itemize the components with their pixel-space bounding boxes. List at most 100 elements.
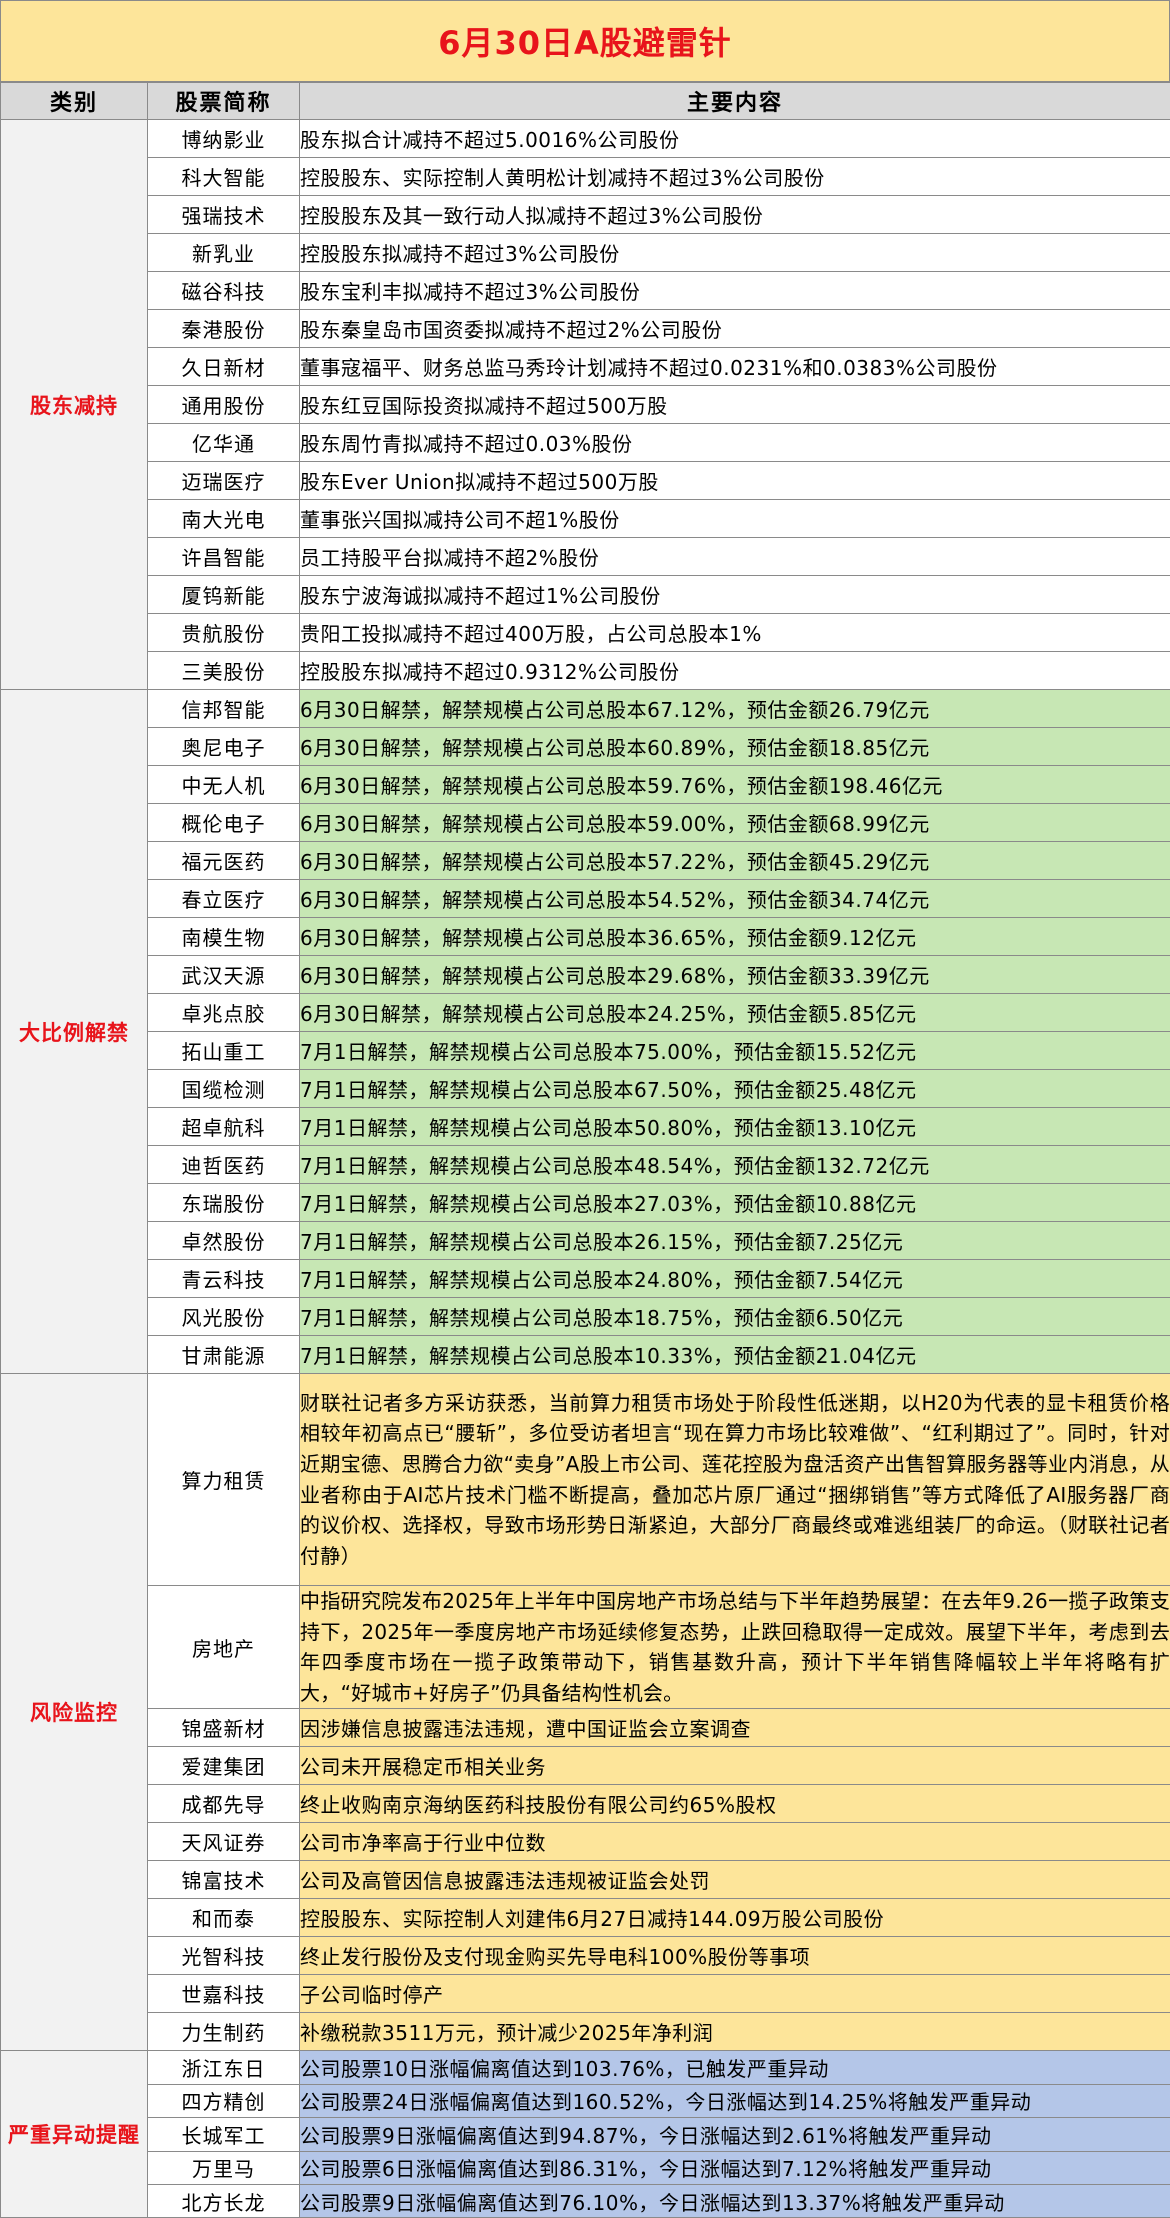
category-cell-unlock: 大比例解禁 <box>1 690 148 1374</box>
table-row: 强瑞技术控股股东及其一致行动人拟减持不超过3%公司股份 <box>1 196 1170 234</box>
content-cell: 控股股东及其一致行动人拟减持不超过3%公司股份 <box>300 196 1170 234</box>
stock-name-cell: 南大光电 <box>148 500 300 538</box>
stock-name-cell: 卓然股份 <box>148 1222 300 1260</box>
table-row: 奥尼电子6月30日解禁，解禁规模占公司总股本60.89%，预估金额18.85亿元 <box>1 728 1170 766</box>
table-row: 迪哲医药7月1日解禁，解禁规模占公司总股本48.54%，预估金额132.72亿元 <box>1 1146 1170 1184</box>
category-cell-holdings: 股东减持 <box>1 120 148 690</box>
table-row: 甘肃能源7月1日解禁，解禁规模占公司总股本10.33%，预估金额21.04亿元 <box>1 1336 1170 1374</box>
stock-name-cell: 春立医疗 <box>148 880 300 918</box>
content-cell: 6月30日解禁，解禁规模占公司总股本59.00%，预估金额68.99亿元 <box>300 804 1170 842</box>
header-row: 类别 股票简称 主要内容 <box>1 83 1170 120</box>
table-row: 通用股份股东红豆国际投资拟减持不超过500万股 <box>1 386 1170 424</box>
stock-name-cell: 甘肃能源 <box>148 1336 300 1374</box>
category-cell-risk: 风险监控 <box>1 1374 148 2051</box>
content-cell: 7月1日解禁，解禁规模占公司总股本24.80%，预估金额7.54亿元 <box>300 1260 1170 1298</box>
table-row: 贵航股份贵阳工投拟减持不超过400万股，占公司总股本1% <box>1 614 1170 652</box>
content-cell: 6月30日解禁，解禁规模占公司总股本36.65%，预估金额9.12亿元 <box>300 918 1170 956</box>
table-row: 久日新材董事寇福平、财务总监马秀玲计划减持不超过0.0231%和0.0383%公… <box>1 348 1170 386</box>
table-row: 四方精创公司股票24日涨幅偏离值达到160.52%，今日涨幅达到14.25%将触… <box>1 2084 1170 2117</box>
table-row: 万里马公司股票6日涨幅偏离值达到86.31%，今日涨幅达到7.12%将触发严重异… <box>1 2151 1170 2184</box>
spreadsheet-sheet: 6月30日A股避雷针 类别 股票简称 主要内容 股东减持博纳影业股东拟合计减持不… <box>0 0 1170 2096</box>
content-cell: 公司股票6日涨幅偏离值达到86.31%，今日涨幅达到7.12%将触发严重异动 <box>300 2151 1170 2184</box>
stock-name-cell: 贵航股份 <box>148 614 300 652</box>
content-cell: 7月1日解禁，解禁规模占公司总股本48.54%，预估金额132.72亿元 <box>300 1146 1170 1184</box>
table-row: 新乳业控股股东拟减持不超过3%公司股份 <box>1 234 1170 272</box>
stock-name-cell: 武汉天源 <box>148 956 300 994</box>
stock-name-cell: 迈瑞医疗 <box>148 462 300 500</box>
stock-name-cell: 博纳影业 <box>148 120 300 158</box>
content-cell: 公司股票9日涨幅偏离值达到94.87%，今日涨幅达到2.61%将触发严重异动 <box>300 2118 1170 2151</box>
content-cell: 股东周竹青拟减持不超过0.03%股份 <box>300 424 1170 462</box>
content-cell: 公司及高管因信息披露违法违规被证监会处罚 <box>300 1861 1170 1899</box>
content-cell: 公司股票10日涨幅偏离值达到103.76%，已触发严重异动 <box>300 2051 1170 2084</box>
stock-name-cell: 万里马 <box>148 2151 300 2184</box>
stock-name-cell: 算力租赁 <box>148 1374 300 1586</box>
stock-name-cell: 三美股份 <box>148 652 300 690</box>
stock-name-cell: 四方精创 <box>148 2084 300 2117</box>
table-row: 拓山重工7月1日解禁，解禁规模占公司总股本75.00%，预估金额15.52亿元 <box>1 1032 1170 1070</box>
stock-name-cell: 科大智能 <box>148 158 300 196</box>
content-cell: 贵阳工投拟减持不超过400万股，占公司总股本1% <box>300 614 1170 652</box>
table-row: 概伦电子6月30日解禁，解禁规模占公司总股本59.00%，预估金额68.99亿元 <box>1 804 1170 842</box>
table-row: 福元医药6月30日解禁，解禁规模占公司总股本57.22%，预估金额45.29亿元 <box>1 842 1170 880</box>
table-row: 成都先导终止收购南京海纳医药科技股份有限公司约65%股权 <box>1 1785 1170 1823</box>
header-category: 类别 <box>1 83 148 120</box>
content-cell: 控股股东、实际控制人黄明松计划减持不超过3%公司股份 <box>300 158 1170 196</box>
content-cell: 6月30日解禁，解禁规模占公司总股本57.22%，预估金额45.29亿元 <box>300 842 1170 880</box>
stock-name-cell: 锦盛新材 <box>148 1709 300 1747</box>
stock-name-cell: 奥尼电子 <box>148 728 300 766</box>
table-row: 南模生物6月30日解禁，解禁规模占公司总股本36.65%，预估金额9.12亿元 <box>1 918 1170 956</box>
content-cell: 股东宝利丰拟减持不超过3%公司股份 <box>300 272 1170 310</box>
stock-name-cell: 浙江东日 <box>148 2051 300 2084</box>
content-cell: 控股股东拟减持不超过3%公司股份 <box>300 234 1170 272</box>
content-cell: 员工持股平台拟减持不超2%股份 <box>300 538 1170 576</box>
table-row: 光智科技终止发行股份及支付现金购买先导电科100%股份等事项 <box>1 1937 1170 1975</box>
content-cell: 股东拟合计减持不超过5.0016%公司股份 <box>300 120 1170 158</box>
table-row: 长城军工公司股票9日涨幅偏离值达到94.87%，今日涨幅达到2.61%将触发严重… <box>1 2118 1170 2151</box>
category-cell-alert: 严重异动提醒 <box>1 2051 148 2218</box>
table-row: 大比例解禁信邦智能6月30日解禁，解禁规模占公司总股本67.12%，预估金额26… <box>1 690 1170 728</box>
content-cell: 公司未开展稳定币相关业务 <box>300 1747 1170 1785</box>
table-row: 超卓航科7月1日解禁，解禁规模占公司总股本50.80%，预估金额13.10亿元 <box>1 1108 1170 1146</box>
stock-name-cell: 风光股份 <box>148 1298 300 1336</box>
table-row: 春立医疗6月30日解禁，解禁规模占公司总股本54.52%，预估金额34.74亿元 <box>1 880 1170 918</box>
table-row: 严重异动提醒浙江东日公司股票10日涨幅偏离值达到103.76%，已触发严重异动 <box>1 2051 1170 2084</box>
content-cell: 股东Ever Union拟减持不超过500万股 <box>300 462 1170 500</box>
stock-name-cell: 新乳业 <box>148 234 300 272</box>
stock-name-cell: 通用股份 <box>148 386 300 424</box>
content-cell: 6月30日解禁，解禁规模占公司总股本54.52%，预估金额34.74亿元 <box>300 880 1170 918</box>
content-cell: 7月1日解禁，解禁规模占公司总股本27.03%，预估金额10.88亿元 <box>300 1184 1170 1222</box>
content-cell: 7月1日解禁，解禁规模占公司总股本75.00%，预估金额15.52亿元 <box>300 1032 1170 1070</box>
table-row: 和而泰控股股东、实际控制人刘建伟6月27日减持144.09万股公司股份 <box>1 1899 1170 1937</box>
content-cell: 6月30日解禁，解禁规模占公司总股本59.76%，预估金额198.46亿元 <box>300 766 1170 804</box>
main-table: 类别 股票简称 主要内容 股东减持博纳影业股东拟合计减持不超过5.0016%公司… <box>0 82 1170 2218</box>
table-row: 爱建集团公司未开展稳定币相关业务 <box>1 1747 1170 1785</box>
content-cell: 股东秦皇岛市国资委拟减持不超过2%公司股份 <box>300 310 1170 348</box>
page-title: 6月30日A股避雷针 <box>0 0 1170 82</box>
stock-name-cell: 迪哲医药 <box>148 1146 300 1184</box>
content-cell: 公司市净率高于行业中位数 <box>300 1823 1170 1861</box>
stock-name-cell: 东瑞股份 <box>148 1184 300 1222</box>
header-stock: 股票简称 <box>148 83 300 120</box>
stock-name-cell: 天风证券 <box>148 1823 300 1861</box>
stock-name-cell: 强瑞技术 <box>148 196 300 234</box>
content-cell: 6月30日解禁，解禁规模占公司总股本29.68%，预估金额33.39亿元 <box>300 956 1170 994</box>
stock-name-cell: 概伦电子 <box>148 804 300 842</box>
stock-name-cell: 亿华通 <box>148 424 300 462</box>
stock-name-cell: 超卓航科 <box>148 1108 300 1146</box>
table-row: 房地产中指研究院发布2025年上半年中国房地产市场总结与下半年趋势展望：在去年9… <box>1 1586 1170 1709</box>
stock-name-cell: 南模生物 <box>148 918 300 956</box>
stock-name-cell: 长城军工 <box>148 2118 300 2151</box>
table-row: 北方长龙公司股票9日涨幅偏离值达到76.10%，今日涨幅达到13.37%将触发严… <box>1 2184 1170 2217</box>
content-cell: 7月1日解禁，解禁规模占公司总股本10.33%，预估金额21.04亿元 <box>300 1336 1170 1374</box>
content-cell: 7月1日解禁，解禁规模占公司总股本67.50%，预估金额25.48亿元 <box>300 1070 1170 1108</box>
table-row: 风险监控算力租赁财联社记者多方采访获悉，当前算力租赁市场处于阶段性低迷期，以H2… <box>1 1374 1170 1586</box>
content-cell: 7月1日解禁，解禁规模占公司总股本50.80%，预估金额13.10亿元 <box>300 1108 1170 1146</box>
stock-name-cell: 久日新材 <box>148 348 300 386</box>
table-row: 风光股份7月1日解禁，解禁规模占公司总股本18.75%，预估金额6.50亿元 <box>1 1298 1170 1336</box>
content-cell: 董事寇福平、财务总监马秀玲计划减持不超过0.0231%和0.0383%公司股份 <box>300 348 1170 386</box>
table-row: 天风证券公司市净率高于行业中位数 <box>1 1823 1170 1861</box>
stock-name-cell: 信邦智能 <box>148 690 300 728</box>
content-cell: 终止发行股份及支付现金购买先导电科100%股份等事项 <box>300 1937 1170 1975</box>
table-row: 锦盛新材因涉嫌信息披露违法违规，遭中国证监会立案调查 <box>1 1709 1170 1747</box>
